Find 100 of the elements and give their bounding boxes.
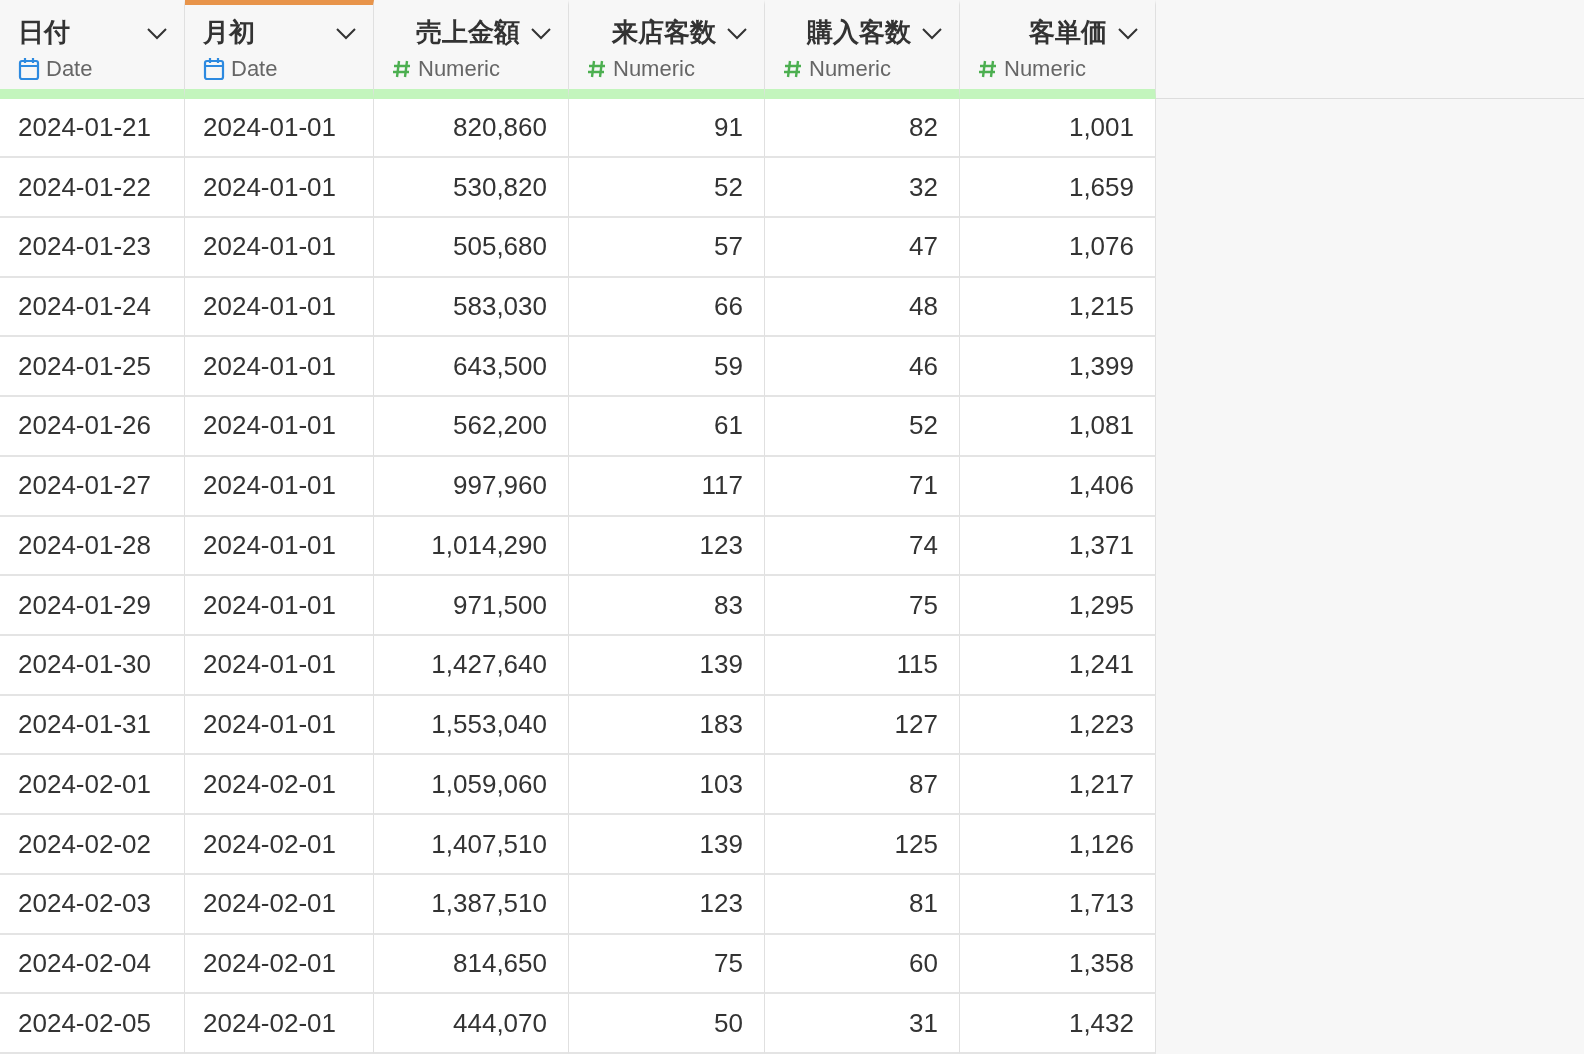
table-cell: 123 — [569, 516, 765, 577]
table-cell: 57 — [569, 217, 765, 278]
chevron-down-icon[interactable] — [726, 25, 748, 40]
column-header[interactable]: 購入客数 Numeric — [765, 0, 960, 99]
table-cell: 2024-01-24 — [0, 277, 185, 338]
table-cell: 1,217 — [960, 755, 1156, 816]
table-cell: 2024-02-02 — [0, 815, 185, 875]
column-name: 日付 — [18, 16, 70, 49]
table-cell: 2024-01-28 — [0, 516, 185, 577]
table-cell: 2024-01-23 — [0, 217, 185, 278]
table-cell: 52 — [569, 158, 765, 218]
table-cell: 31 — [765, 994, 960, 1054]
table-cell: 2024-01-01 — [185, 695, 374, 756]
column-header[interactable]: 日付 Date — [0, 0, 185, 99]
table-cell: 814,650 — [374, 934, 569, 995]
column-name: 売上金額 — [416, 16, 520, 49]
table-cell: 530,820 — [374, 158, 569, 218]
table-cell: 1,427,640 — [374, 636, 569, 696]
column-header[interactable]: 来店客数 Numeric — [569, 0, 765, 99]
table-cell: 125 — [765, 815, 960, 875]
table-cell: 2024-02-03 — [0, 874, 185, 935]
column-header[interactable]: 月初 Date — [185, 0, 374, 99]
table-cell: 2024-01-29 — [0, 576, 185, 636]
chevron-down-icon[interactable] — [1117, 25, 1139, 40]
table-cell: 183 — [569, 695, 765, 756]
table-cell: 83 — [569, 576, 765, 636]
table-cell: 1,076 — [960, 217, 1156, 278]
table-cell: 2024-02-01 — [0, 755, 185, 816]
table-cell: 74 — [765, 516, 960, 577]
hash-icon — [978, 59, 998, 79]
table-cell: 75 — [569, 934, 765, 995]
table-cell: 1,371 — [960, 516, 1156, 577]
table-cell: 562,200 — [374, 397, 569, 457]
table-cell: 1,001 — [960, 98, 1156, 159]
table-cell: 1,081 — [960, 397, 1156, 457]
table-cell: 2024-01-01 — [185, 636, 374, 696]
table-cell: 2024-01-21 — [0, 98, 185, 159]
table-cell: 1,387,510 — [374, 874, 569, 935]
table-cell: 127 — [765, 695, 960, 756]
table-cell: 71 — [765, 456, 960, 517]
table-cell: 1,126 — [960, 815, 1156, 875]
table-cell: 82 — [765, 98, 960, 159]
column-type: Date — [231, 56, 278, 82]
table-cell: 2024-01-31 — [0, 695, 185, 756]
table-cell: 91 — [569, 98, 765, 159]
table-cell: 1,059,060 — [374, 755, 569, 816]
table-cell: 2024-01-01 — [185, 337, 374, 398]
table-cell: 61 — [569, 397, 765, 457]
table-cell: 66 — [569, 277, 765, 338]
table-cell: 1,223 — [960, 695, 1156, 756]
table-cell: 1,014,290 — [374, 516, 569, 577]
table-cell: 2024-01-01 — [185, 576, 374, 636]
table-cell: 1,399 — [960, 337, 1156, 398]
table-cell: 52 — [765, 397, 960, 457]
chevron-down-icon[interactable] — [146, 25, 168, 40]
calendar-icon — [203, 57, 225, 81]
table-cell: 1,358 — [960, 934, 1156, 995]
table-cell: 103 — [569, 755, 765, 816]
column-type: Numeric — [809, 56, 891, 82]
column-header[interactable]: 売上金額 Numeric — [374, 0, 569, 99]
table-cell: 117 — [569, 456, 765, 517]
chevron-down-icon[interactable] — [921, 25, 943, 40]
table-cell: 1,406 — [960, 456, 1156, 517]
table-cell: 60 — [765, 934, 960, 995]
table-cell: 87 — [765, 755, 960, 816]
table-cell: 2024-01-30 — [0, 636, 185, 696]
table-cell: 1,295 — [960, 576, 1156, 636]
column-type: Numeric — [613, 56, 695, 82]
table-cell: 139 — [569, 636, 765, 696]
table-cell: 2024-02-01 — [185, 874, 374, 935]
table-cell: 2024-02-04 — [0, 934, 185, 995]
table-cell: 2024-01-01 — [185, 277, 374, 338]
table-cell: 115 — [765, 636, 960, 696]
table-cell: 47 — [765, 217, 960, 278]
table-cell: 2024-01-01 — [185, 217, 374, 278]
table-cell: 444,070 — [374, 994, 569, 1054]
table-cell: 1,659 — [960, 158, 1156, 218]
table-cell: 81 — [765, 874, 960, 935]
chevron-down-icon[interactable] — [530, 25, 552, 40]
column-name: 来店客数 — [612, 16, 716, 49]
table-cell: 1,241 — [960, 636, 1156, 696]
column-name: 月初 — [203, 16, 255, 49]
calendar-icon — [18, 57, 40, 81]
column-name: 購入客数 — [807, 16, 911, 49]
table-cell: 32 — [765, 158, 960, 218]
table-cell: 583,030 — [374, 277, 569, 338]
hash-icon — [587, 59, 607, 79]
hash-icon — [392, 59, 412, 79]
table-cell: 2024-01-01 — [185, 98, 374, 159]
table-cell: 123 — [569, 874, 765, 935]
column-name: 客単価 — [1029, 16, 1107, 49]
table-cell: 2024-01-01 — [185, 516, 374, 577]
table-cell: 2024-02-05 — [0, 994, 185, 1054]
table-cell: 2024-02-01 — [185, 934, 374, 995]
table-cell: 48 — [765, 277, 960, 338]
chevron-down-icon[interactable] — [335, 25, 357, 40]
column-header[interactable]: 客単価 Numeric — [960, 0, 1156, 99]
column-type: Numeric — [1004, 56, 1086, 82]
table-cell: 59 — [569, 337, 765, 398]
table-cell: 505,680 — [374, 217, 569, 278]
